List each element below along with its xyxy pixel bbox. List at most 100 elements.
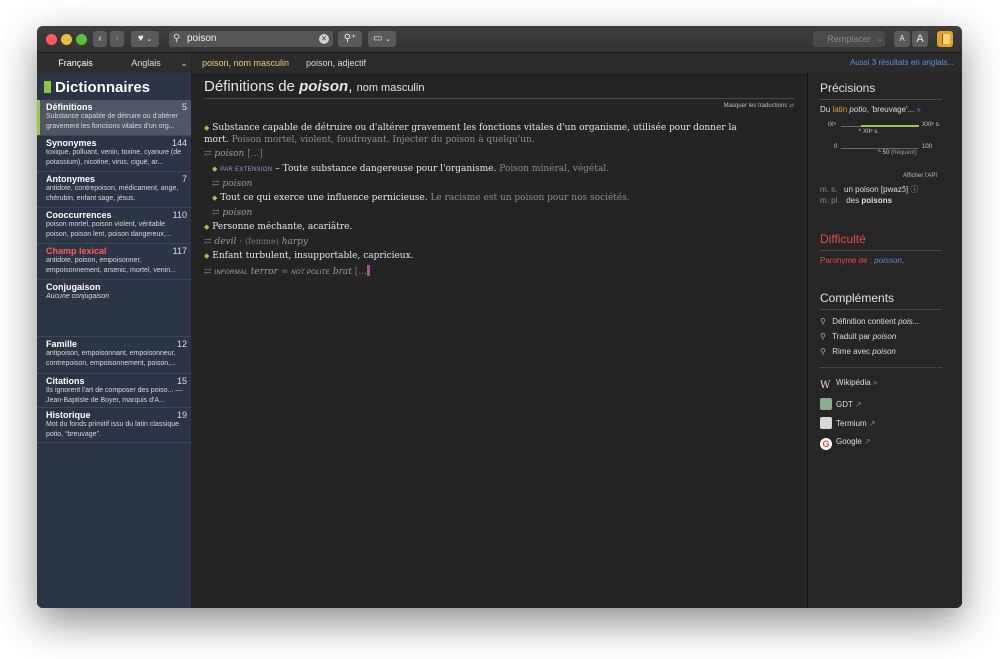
origin-lang: latin xyxy=(832,105,848,114)
title-word: poison xyxy=(299,78,349,95)
wikipedia-label: Wikipédia xyxy=(836,378,871,387)
paronyme-link[interactable]: poisson xyxy=(874,256,902,265)
close-window-button[interactable] xyxy=(46,34,57,45)
swap-icon: ⇄ xyxy=(212,179,220,189)
definition-example: Poison mortel, violent, foudroyant. Inje… xyxy=(231,135,535,145)
favorites-button[interactable]: ♥ ⌄ xyxy=(131,31,159,47)
ms-label: m. s. xyxy=(820,185,838,194)
ellipsis[interactable]: [... xyxy=(355,267,367,277)
bullet-icon: ◆ xyxy=(204,252,210,260)
sidebar-item-citations[interactable]: Citations 15 Ils ignorent l'art de compo… xyxy=(37,374,191,408)
search-icon: ⚲ xyxy=(173,33,181,44)
sidebar-title: Dictionnaires xyxy=(44,78,150,98)
tab-anglais[interactable]: Anglais xyxy=(114,53,178,73)
termium-link[interactable]: Termium ↗ xyxy=(820,417,876,429)
content-tabs: poison, nom masculin poison, adjectif Au… xyxy=(192,53,962,75)
sidebar-item-champ-lexical[interactable]: Champ lexical 117 antidote, poison, empo… xyxy=(37,244,191,280)
sidebar-item-historique[interactable]: Historique 19 Mot du fonds primitif issu… xyxy=(37,408,191,443)
precisions-title: Précisions xyxy=(820,81,876,95)
complement-definition-contient[interactable]: ⚲ Définition contient pois... xyxy=(820,317,919,326)
search-input[interactable]: poison xyxy=(187,31,216,47)
sidebar-item-desc: antidote, poison, empoisonner, empoisonn… xyxy=(46,257,176,274)
minimize-window-button[interactable] xyxy=(61,34,72,45)
google-link[interactable]: G Google ↗ xyxy=(820,437,871,450)
sidebar-item-synonymes[interactable]: Synonymes 144 toxique, polluant, venin, … xyxy=(37,136,191,172)
search-field[interactable]: ⚲ poison × xyxy=(169,31,333,47)
divider xyxy=(820,250,942,251)
sidebar-item-label: Antonymes xyxy=(46,174,96,184)
external-link-icon: ↗ xyxy=(868,419,876,428)
definition-item: ◆ Substance capable de détruire ou d'alt… xyxy=(204,122,749,146)
page-title: Définitions de poison, nom masculin xyxy=(204,77,424,98)
search-options-button[interactable]: ⚲⁺ xyxy=(338,31,362,47)
back-button[interactable]: ‹ xyxy=(93,31,107,47)
translation-word: brat xyxy=(332,267,352,277)
ellipsis[interactable]: [...] xyxy=(247,149,263,159)
sidebar-item-count: 110 xyxy=(172,210,187,220)
translation-word: terror xyxy=(250,267,278,277)
complement-label: Définition contient xyxy=(832,317,896,326)
external-link-icon: ↗ xyxy=(854,400,862,409)
tab-nom-masculin[interactable]: poison, nom masculin xyxy=(202,53,290,75)
bullet-icon: ◆ xyxy=(212,165,218,173)
frequency-mark: ^ 50 (fréquent) xyxy=(878,150,917,156)
ms-value: un poison [pwazɔ̃] xyxy=(844,185,909,194)
sidebar-item-label: Champ lexical xyxy=(46,246,107,256)
info-icon[interactable]: ⓘ xyxy=(910,185,918,194)
sidebar-item-desc: Ils ignorent l'art de composer des poiso… xyxy=(46,387,183,404)
search-plus-icon: ⚲ xyxy=(820,332,826,341)
swap-icon: ⇄ xyxy=(212,208,220,218)
sidebar-item-cooccurrences[interactable]: Cooccurrences 110 poison mortel, poison … xyxy=(37,208,191,244)
more-icon[interactable]: » xyxy=(917,105,921,114)
translation: ⇄ INFORMAL terror ≈ NOT POLITE brat [... xyxy=(204,265,370,279)
sidebar-item-famille[interactable]: Famille 12 antipoison, empoisonnant, emp… xyxy=(37,337,191,374)
sidebar-item-antonymes[interactable]: Antonymes 7 antidote, contrepoison, médi… xyxy=(37,172,191,208)
afficher-api-link[interactable]: Afficher l'API xyxy=(903,173,937,179)
century-mark: ^ XIIᵉ s. xyxy=(858,129,879,135)
sidebar-item-desc: antidote, contrepoison, médicament, ange… xyxy=(46,185,179,202)
clear-search-icon[interactable]: × xyxy=(319,34,329,44)
wikipedia-link[interactable]: W Wikipédia » xyxy=(820,378,877,392)
century-start: IXᵉ xyxy=(828,122,836,128)
zoom-window-button[interactable] xyxy=(76,34,87,45)
translation-word: poison xyxy=(214,149,245,159)
century-mark-label: XIIᵉ s. xyxy=(862,129,879,135)
swap-icon: ⇄ xyxy=(204,237,212,247)
complement-traduit-par[interactable]: ⚲ Traduit par poison xyxy=(820,332,896,341)
century-fill xyxy=(860,125,919,127)
title-comma: , xyxy=(348,78,353,95)
increase-text-button[interactable]: A xyxy=(912,31,928,47)
definition-example: Poison minéral, végétal. xyxy=(499,164,609,174)
definition-text: Personne méchante, acariâtre. xyxy=(212,222,353,232)
complement-rime-avec[interactable]: ⚲ Rime avec poison xyxy=(820,347,896,356)
termium-label: Termium xyxy=(836,419,867,428)
translation-note: (femme) xyxy=(244,237,279,246)
sidebar-item-desc: Substance capable de détruire ou d'altér… xyxy=(46,113,178,130)
search-plus-icon: ⚲⁺ xyxy=(343,33,357,44)
masquer-traductions-button[interactable]: Masquer les traductions ⇄ xyxy=(724,102,794,109)
tab-adjectif[interactable]: poison, adjectif xyxy=(306,53,366,73)
gdt-link[interactable]: GDT ↗ xyxy=(820,398,862,410)
freq-start: 0 xyxy=(834,144,838,150)
sidebar-item-label: Famille xyxy=(46,339,78,349)
dictionary-icon: ▭ xyxy=(372,33,383,44)
sidebar-item-conjugaison[interactable]: Conjugaison Aucune conjugaison xyxy=(37,280,191,337)
dictionary-menu-button[interactable]: ▭ ⌄ xyxy=(368,31,396,47)
decrease-text-button[interactable]: A xyxy=(894,31,910,47)
sidebar-item-definitions[interactable]: Définitions 5 Substance capable de détru… xyxy=(37,100,191,136)
difficulte-title: Difficulté xyxy=(820,232,866,246)
divider xyxy=(820,309,942,310)
sidebar-item-label: Conjugaison xyxy=(46,282,101,292)
forward-button[interactable]: › xyxy=(110,31,124,47)
chevron-left-icon: ‹ xyxy=(98,33,102,44)
tab-francais[interactable]: Français xyxy=(37,53,114,75)
frequency-scale xyxy=(841,148,919,149)
heart-icon: ♥ xyxy=(137,33,144,44)
chevron-down-icon[interactable]: ⌄ xyxy=(177,53,191,73)
translation: ⇄ poison xyxy=(212,178,252,190)
definition-text: Toute substance dangereuse pour l'organi… xyxy=(282,164,497,174)
origin-line[interactable]: Du latin potio, 'breuvage'... » xyxy=(820,105,921,114)
library-icon[interactable] xyxy=(937,31,953,47)
aussi-resultats-link[interactable]: Aussi 3 résultats en anglais... xyxy=(850,53,954,73)
replace-dropdown-icon[interactable]: ⌄ xyxy=(874,31,886,47)
